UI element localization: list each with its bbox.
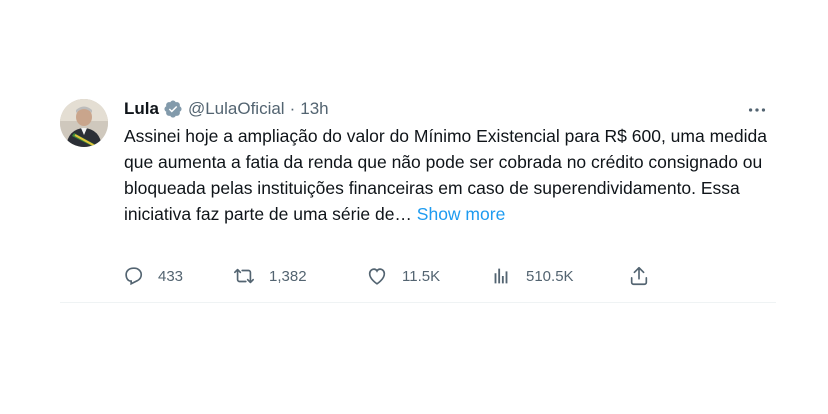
tweet-header: Lula @LulaOficial · 13h <box>124 95 774 123</box>
retweet-button[interactable]: 1,382 <box>233 265 307 287</box>
tweet-body: Lula @LulaOficial · 13h Assinei hoje a a… <box>124 95 774 227</box>
like-icon <box>368 268 386 285</box>
retweet-icon <box>234 268 254 284</box>
timestamp[interactable]: 13h <box>300 99 328 119</box>
more-options-icon[interactable] <box>746 99 768 121</box>
verified-badge-icon <box>164 100 182 118</box>
reply-count: 433 <box>158 267 184 285</box>
retweet-count: 1,382 <box>269 267 307 285</box>
tweet-text-container: Assinei hoje a ampliação do valor do Mín… <box>124 123 774 227</box>
author-handle[interactable]: @LulaOficial <box>188 99 285 119</box>
avatar-image <box>60 99 108 147</box>
avatar[interactable] <box>60 99 108 147</box>
author-name[interactable]: Lula <box>124 99 159 119</box>
divider <box>60 302 776 303</box>
tweet-actions: 433 1,382 11.5K 510.5K <box>120 263 660 289</box>
share-icon <box>630 266 648 286</box>
views-icon <box>494 268 508 284</box>
show-more-link[interactable]: Show more <box>417 204 506 224</box>
share-button[interactable] <box>628 265 650 287</box>
views-count: 510.5K <box>526 267 574 285</box>
tweet-card[interactable]: Lula @LulaOficial · 13h Assinei hoje a a… <box>60 95 776 303</box>
like-count: 11.5K <box>402 267 441 285</box>
like-button[interactable]: 11.5K <box>366 265 440 287</box>
reply-button[interactable]: 433 <box>122 265 183 287</box>
views-button[interactable]: 510.5K <box>490 265 574 287</box>
reply-icon <box>125 267 143 286</box>
separator-dot: · <box>289 99 296 118</box>
